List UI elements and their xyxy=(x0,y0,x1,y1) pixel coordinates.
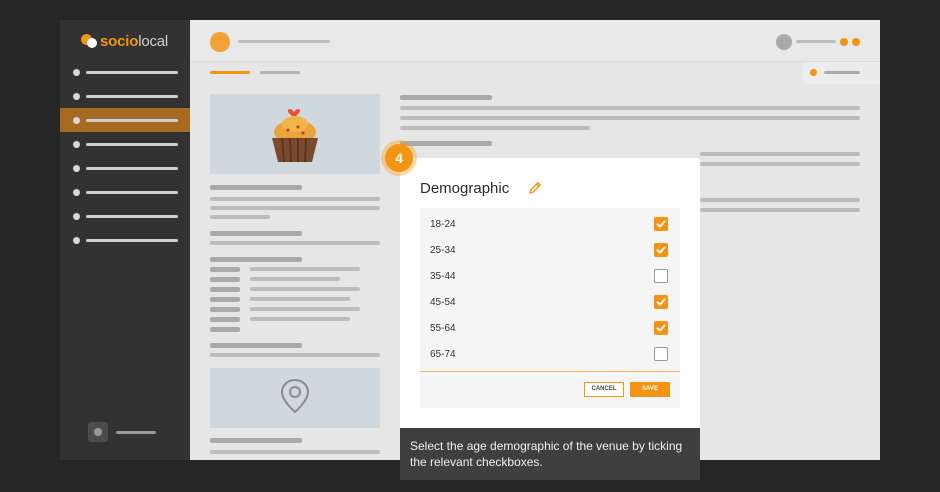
sidebar-dot-icon xyxy=(73,213,80,220)
status-chip[interactable] xyxy=(802,62,880,84)
sidebar-item[interactable] xyxy=(60,204,190,228)
tour-tooltip: Select the age demographic of the venue … xyxy=(400,428,700,480)
cancel-button[interactable]: CANCEL xyxy=(584,382,624,397)
sidebar-item[interactable] xyxy=(60,156,190,180)
checkbox-checked[interactable] xyxy=(654,321,668,335)
map-pin-icon xyxy=(280,378,310,414)
sidebar-dot-icon xyxy=(73,69,80,76)
checkbox-checked[interactable] xyxy=(654,295,668,309)
logo[interactable]: sociolocal xyxy=(80,32,169,50)
sidebar-item[interactable] xyxy=(60,228,190,252)
top-bar xyxy=(190,20,880,62)
notification-dot[interactable] xyxy=(852,38,860,46)
demographic-option[interactable]: 35-44 xyxy=(420,263,680,289)
option-label: 45-54 xyxy=(430,297,456,308)
sidebar-item[interactable] xyxy=(60,60,190,84)
cupcake-icon xyxy=(272,108,318,163)
sidebar-item-placeholder xyxy=(86,191,178,194)
demographic-option[interactable]: 65-74 xyxy=(420,341,680,367)
sidebar-dot-icon xyxy=(73,165,80,172)
sidebar-dot-icon xyxy=(73,237,80,244)
venue-avatar[interactable] xyxy=(210,32,230,52)
sidebar-item-placeholder xyxy=(86,239,178,242)
sidebar-item-placeholder xyxy=(86,95,178,98)
user-avatar[interactable] xyxy=(88,422,108,442)
sidebar-dot-icon xyxy=(73,117,80,124)
checkbox-checked[interactable] xyxy=(654,243,668,257)
demographic-options-panel: 18-24 25-34 35-44 45-54 55-64 65-74 CANCEL SA… xyxy=(420,208,680,408)
sidebar-item[interactable] xyxy=(60,132,190,156)
profile-avatar[interactable] xyxy=(776,34,792,50)
sidebar-item[interactable] xyxy=(60,108,190,132)
sidebar-dot-icon xyxy=(73,93,80,100)
option-label: 35-44 xyxy=(430,271,456,282)
checkbox-checked-icon xyxy=(656,298,666,306)
demographic-option[interactable]: 18-24 xyxy=(420,211,680,237)
tab-inactive[interactable] xyxy=(260,71,300,74)
checkbox-checked-icon xyxy=(656,324,666,332)
user-name-placeholder xyxy=(116,431,156,434)
logo-text: sociolocal xyxy=(100,32,169,50)
edit-icon[interactable] xyxy=(527,180,543,196)
demographic-modal: Demographic 18-24 25-34 35-44 45-54 55-64 65-… xyxy=(400,158,700,428)
sidebar-dot-icon xyxy=(73,189,80,196)
sidebar-item-placeholder xyxy=(86,119,178,122)
option-label: 18-24 xyxy=(430,219,456,230)
save-button[interactable]: SAVE xyxy=(630,382,670,397)
sidebar: sociolocal xyxy=(60,20,190,460)
checkbox-checked-icon xyxy=(656,246,666,254)
divider xyxy=(420,371,680,372)
sidebar-dot-icon xyxy=(73,141,80,148)
sidebar-item-placeholder xyxy=(86,215,178,218)
option-label: 55-64 xyxy=(430,323,456,334)
checkbox-unchecked[interactable] xyxy=(654,347,668,361)
map-image xyxy=(210,368,380,428)
notification-dot[interactable] xyxy=(840,38,848,46)
checkbox-unchecked[interactable] xyxy=(654,269,668,283)
checkbox-checked-icon xyxy=(656,220,666,228)
sidebar-item-placeholder xyxy=(86,167,178,170)
sidebar-item[interactable] xyxy=(60,180,190,204)
step-badge: 4 xyxy=(385,144,413,172)
demographic-option[interactable]: 45-54 xyxy=(420,289,680,315)
venue-name-placeholder xyxy=(238,40,330,43)
logo-icon xyxy=(80,33,98,49)
sidebar-item-placeholder xyxy=(86,71,178,74)
demographic-option[interactable]: 55-64 xyxy=(420,315,680,341)
modal-title: Demographic xyxy=(420,180,510,197)
option-label: 65-74 xyxy=(430,349,456,360)
option-label: 25-34 xyxy=(430,245,456,256)
sidebar-item-placeholder xyxy=(86,143,178,146)
profile-name-placeholder xyxy=(796,40,836,43)
sidebar-item[interactable] xyxy=(60,84,190,108)
checkbox-checked[interactable] xyxy=(654,217,668,231)
venue-image xyxy=(210,94,380,174)
tab-active[interactable] xyxy=(210,71,250,74)
demographic-option[interactable]: 25-34 xyxy=(420,237,680,263)
